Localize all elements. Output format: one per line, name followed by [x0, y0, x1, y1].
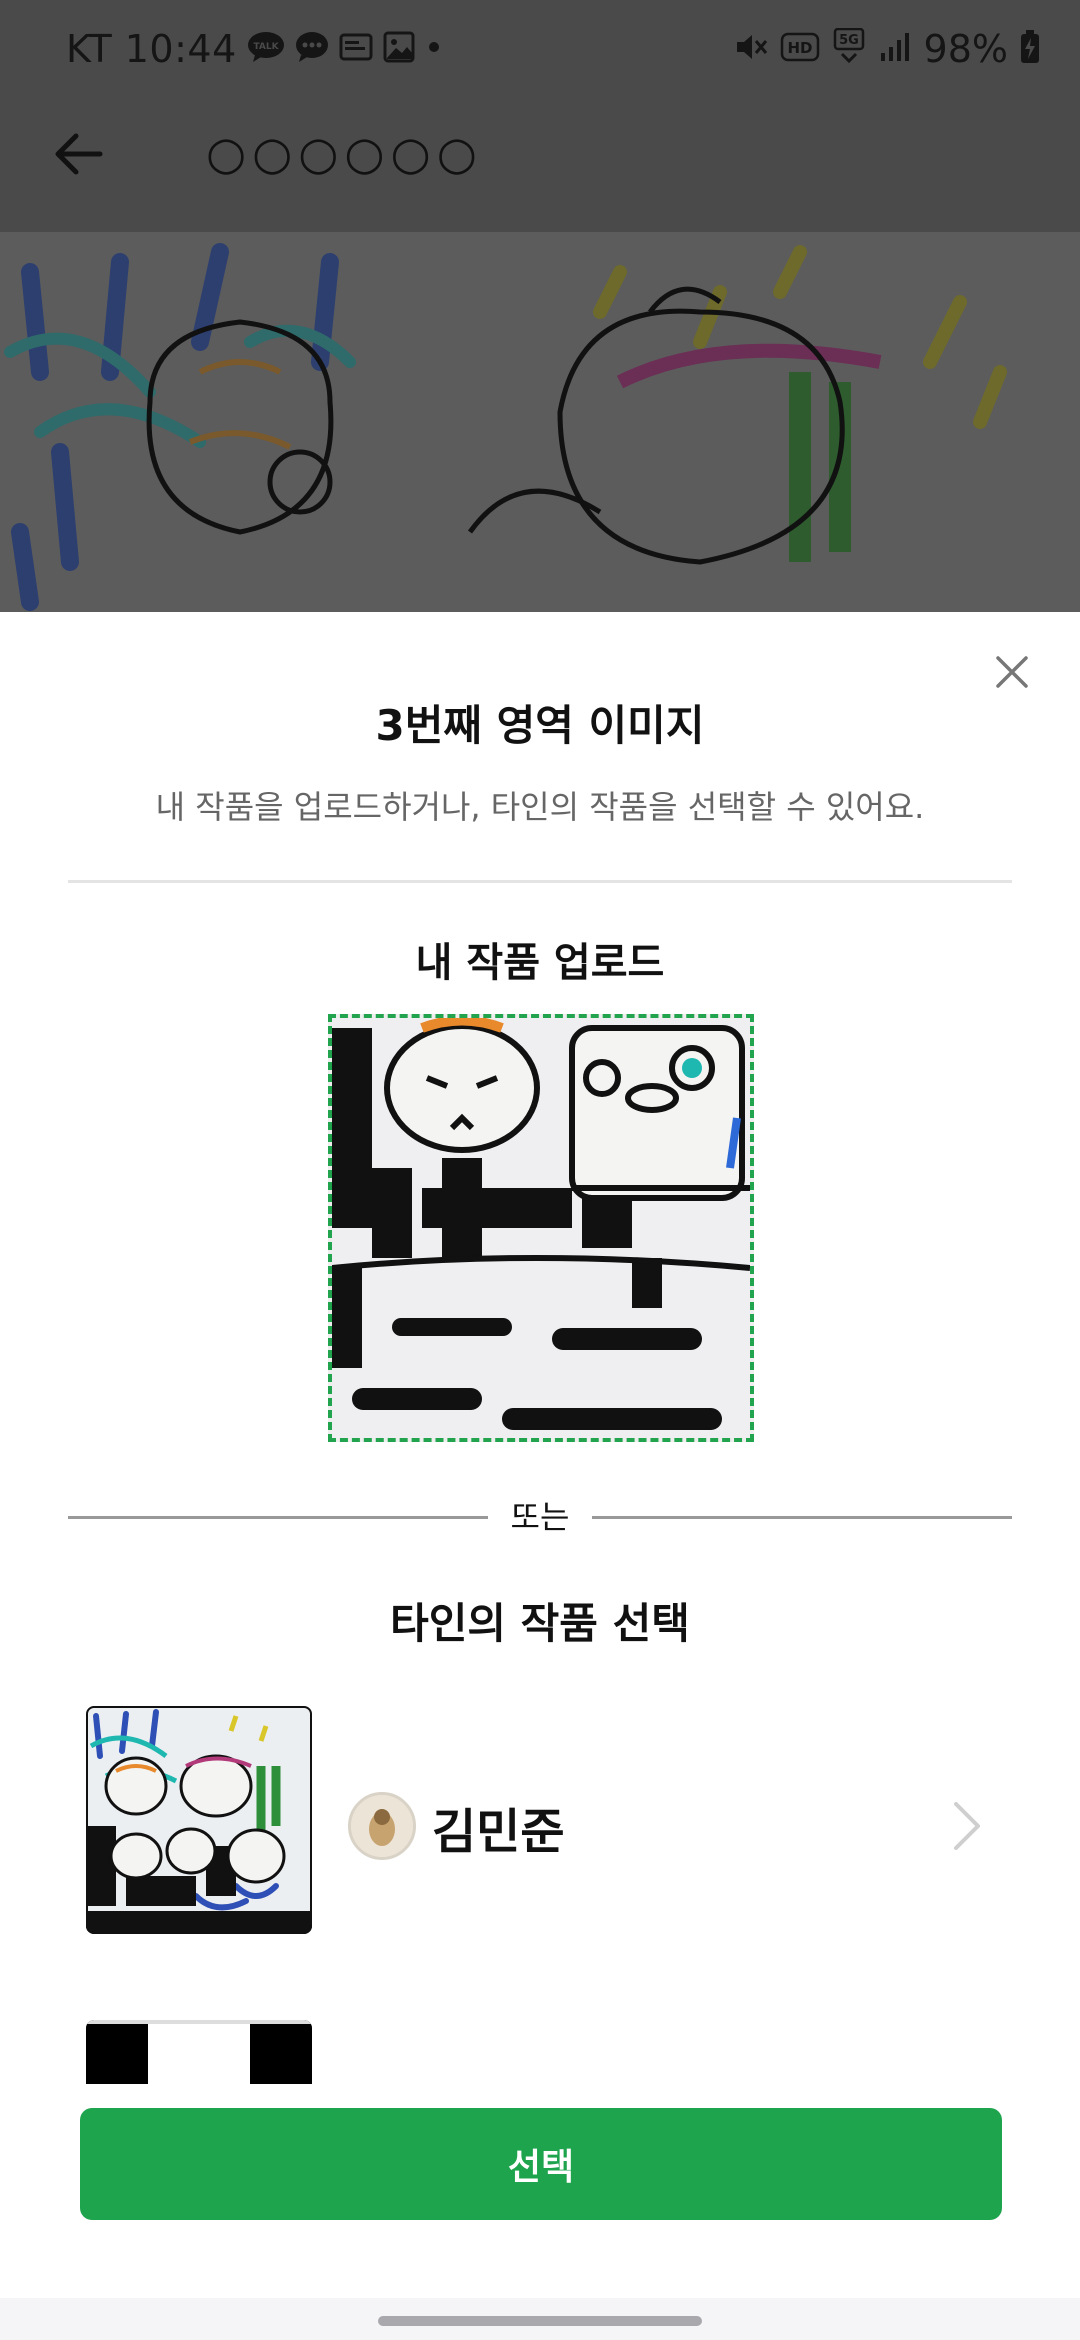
work-list-item[interactable] [86, 2020, 312, 2084]
battery-charging-icon [1020, 30, 1040, 68]
svg-text:TALK: TALK [253, 42, 279, 52]
author-name: 김민준 [432, 1804, 565, 1860]
status-left: KT 10:44 TALK [66, 22, 443, 76]
background-artwork [0, 232, 1080, 612]
or-line-right [592, 1516, 1012, 1519]
or-label: 또는 [510, 1498, 570, 1536]
or-separator: 또는 [68, 1492, 1012, 1542]
cast-icon [339, 32, 373, 66]
system-nav-bar [0, 2298, 1080, 2340]
kakaotalk-icon: TALK [247, 31, 285, 67]
status-right: HD 5G 98% [734, 22, 1040, 76]
upload-section-title: 내 작품 업로드 [415, 940, 665, 986]
divider [68, 880, 1012, 883]
home-indicator[interactable] [378, 2316, 702, 2326]
gallery-icon [383, 31, 415, 67]
work-list-item[interactable]: 김민준 [86, 1706, 1006, 1936]
status-bar: KT 10:44 TALK HD 5G 98% [0, 0, 1080, 96]
mute-icon [734, 31, 768, 67]
signal-icon [878, 31, 912, 67]
battery-percent: 98% [923, 27, 1008, 71]
notification-dot-icon [425, 38, 443, 60]
sheet-subtitle: 내 작품을 업로드하거나, 타인의 작품을 선택할 수 있어요. [155, 788, 925, 826]
work-thumbnail[interactable] [86, 1706, 312, 1934]
sheet-title: 3번째 영역 이미지 [375, 701, 705, 750]
hd-icon: HD [780, 31, 820, 67]
upload-image-area[interactable] [328, 1014, 754, 1442]
others-section-title: 타인의 작품 선택 [390, 1599, 690, 1648]
chat-icon [295, 31, 329, 67]
svg-text:HD: HD [787, 39, 812, 57]
page-title: ○○○○○○ [206, 126, 483, 180]
image-select-sheet: 3번째 영역 이미지 내 작품을 업로드하거나, 타인의 작품을 선택할 수 있… [0, 612, 1080, 2298]
app-bar: ○○○○○○ [0, 96, 1080, 232]
network-5g-icon: 5G [832, 27, 866, 70]
author-avatar [348, 1792, 416, 1860]
svg-text:5G: 5G [839, 33, 859, 48]
select-button[interactable]: 선택 [80, 2108, 1002, 2220]
back-arrow-icon[interactable] [48, 122, 112, 186]
chevron-right-icon[interactable] [946, 1796, 986, 1856]
status-time: KT 10:44 [66, 27, 237, 71]
close-icon[interactable] [990, 650, 1034, 694]
